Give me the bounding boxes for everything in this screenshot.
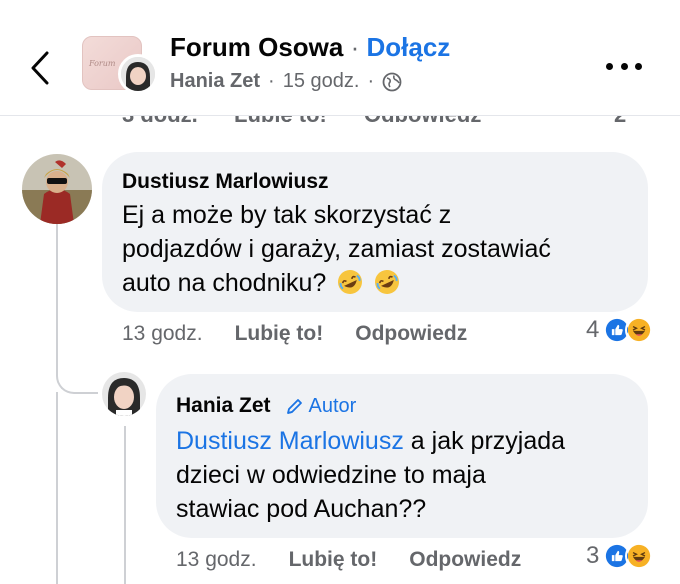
reply-bubble: Hania Zet Autor Dustiusz Marlowiusz a ja… [156, 374, 648, 538]
group-title: Forum Osowa · Dołącz [170, 32, 450, 63]
chevron-left-icon [31, 51, 49, 85]
pencil-icon [286, 399, 302, 414]
dot-icon [606, 62, 613, 70]
comment-text-line: podjazdów i garaży, zamiast zostawiać [122, 235, 551, 263]
commenter-avatar[interactable] [22, 154, 92, 224]
post-meta: Hania Zet · 15 godz. · [170, 70, 402, 93]
reaction-count: 4 [586, 316, 600, 343]
dot-icon [635, 62, 642, 70]
dot-icon [620, 62, 628, 70]
haha-reaction-icon [625, 316, 654, 344]
comment-text: Ej a może by tak skorzystać z podjazdów … [122, 198, 551, 300]
post-header: Forum Forum Osowa · Dołącz Hania Zet · 1… [0, 0, 680, 116]
reply-author-name[interactable]: Hania Zet [176, 394, 271, 418]
reply-text-fragment: a jak przyjada [403, 427, 566, 455]
more-options-button[interactable] [606, 54, 642, 78]
comment-actions: 13 godz. Lubię to! Odpowiedz [122, 322, 467, 346]
reply-text-line: Dustiusz Marlowiusz a jak przyjada [176, 424, 565, 458]
reaction-summary[interactable]: 4 [586, 316, 654, 344]
haha-reaction-icon [625, 542, 654, 570]
back-button[interactable] [22, 44, 58, 92]
join-group-button[interactable]: Dołącz [367, 32, 451, 62]
thread-line [56, 214, 58, 364]
group-avatar[interactable]: Forum [82, 32, 158, 94]
poster-name-link[interactable]: Hania Zet [170, 70, 260, 93]
post-time[interactable]: 15 godz. [283, 70, 360, 93]
group-cover-text: Forum [89, 59, 116, 68]
globe-icon [382, 72, 402, 91]
comment-author-name[interactable]: Dustiusz Marlowiusz [122, 170, 329, 194]
like-button[interactable]: Lubię to! [235, 322, 324, 346]
reply-actions: 13 godz. Lubię to! Odpowiedz [176, 548, 521, 572]
author-badge-label: Autor [308, 394, 357, 417]
like-button[interactable]: Lubię to! [289, 548, 378, 572]
thread-line [124, 426, 126, 584]
comment-text-line: auto na chodniku? [122, 266, 551, 300]
mention-link[interactable]: Dustiusz Marlowiusz [176, 427, 404, 455]
meta-separator: · [367, 70, 375, 92]
reply-text-line: stawiac pod Auchan?? [176, 495, 427, 523]
thread-line [56, 392, 58, 584]
poster-avatar[interactable] [118, 54, 158, 94]
rofl-emoji [375, 270, 400, 294]
reaction-count: 3 [586, 542, 600, 569]
reply-button[interactable]: Odpowiedz [355, 322, 467, 346]
title-separator: · [350, 32, 360, 62]
meta-separator: · [268, 70, 275, 92]
reply-author-row: Hania Zet Autor [176, 394, 356, 418]
reply-text: Dustiusz Marlowiusz a jak przyjada dziec… [176, 424, 565, 526]
reaction-summary[interactable]: 3 [586, 542, 654, 570]
comment-text-line-text: auto na chodniku? [122, 269, 327, 297]
reply-time[interactable]: 13 godz. [176, 548, 257, 572]
reply-text-line: dzieci w odwiedzine to maja [176, 461, 486, 489]
group-name-link[interactable]: Forum Osowa [170, 32, 343, 62]
reply-button[interactable]: Odpowiedz [409, 548, 521, 572]
comment-bubble: Dustiusz Marlowiusz Ej a może by tak sko… [102, 152, 648, 312]
reply-author-avatar[interactable] [102, 372, 146, 416]
author-badge: Autor [285, 394, 357, 418]
comment-text-line: Ej a może by tak skorzystać z [122, 201, 452, 229]
rofl-emoji [338, 270, 363, 294]
comment-time[interactable]: 13 godz. [122, 322, 203, 346]
thread-connector [56, 360, 98, 394]
